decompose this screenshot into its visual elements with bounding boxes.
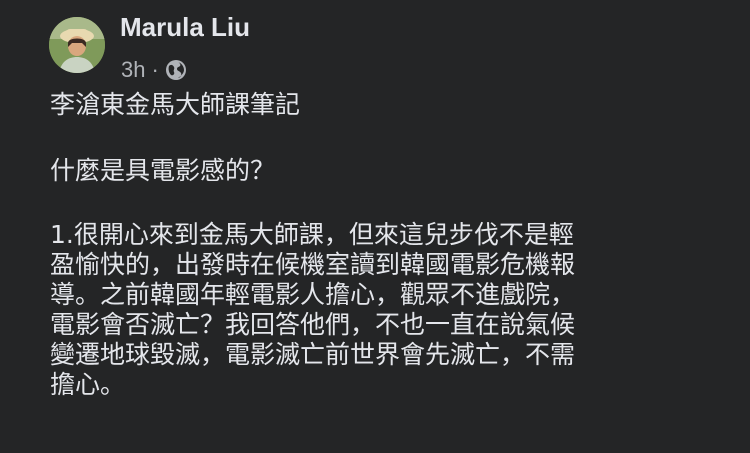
post-meta: 3h · [121,57,187,83]
post-body: 李滄東金馬大師課筆記 什麼是具電影感的？ 1.很開心來到金馬大師課，但來這兒步伐… [50,90,730,400]
paragraph-line: 盈愉快的，出發時在候機室讀到韓國電影危機報 [50,250,576,279]
paragraph-line: 1.很開心來到金馬大師課，但來這兒步伐不是輕 [50,220,574,249]
paragraph-line: 電影會否滅亡？我回答他們，不也一直在說氣候 [50,310,576,339]
post-timestamp[interactable]: 3h [121,57,145,83]
author-name[interactable]: Marula Liu [120,12,250,43]
paragraph-line: 導。之前韓國年輕電影人擔心，觀眾不進戲院， [50,280,576,309]
post-card: Marula Liu 3h · 李滄東金馬大師課筆記 什麼是具電影感的？ 1.很… [0,0,750,453]
paragraph-line: 擔心。 [50,370,126,399]
paragraph-line: 變遷地球毀滅，電影滅亡前世界會先滅亡，不需 [50,340,576,369]
globe-icon[interactable] [165,59,187,81]
post-title: 李滄東金馬大師課筆記 [50,90,301,119]
post-paragraph: 1.很開心來到金馬大師課，但來這兒步伐不是輕 盈愉快的，出發時在候機室讀到韓國電… [50,220,730,400]
avatar-photo [49,17,105,73]
meta-separator: · [151,57,159,82]
post-question: 什麼是具電影感的？ [50,156,276,185]
author-avatar[interactable] [49,17,105,73]
